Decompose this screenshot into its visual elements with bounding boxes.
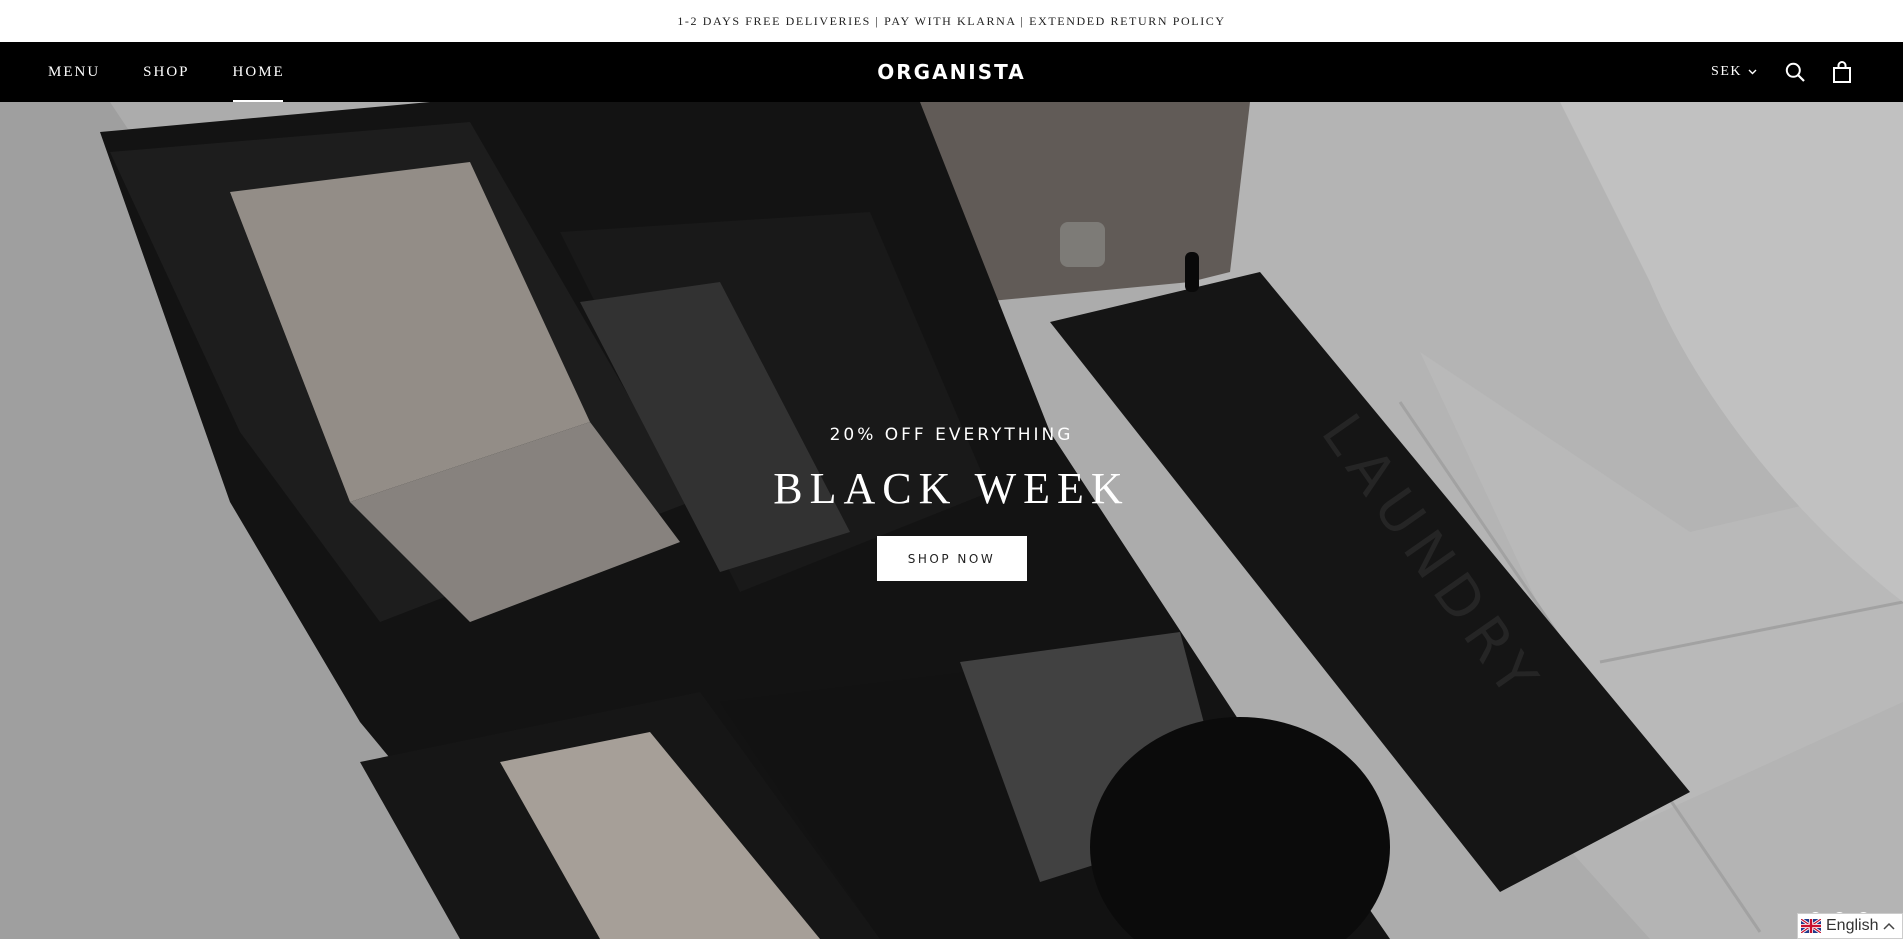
nav-menu[interactable]: MENU [48, 42, 100, 102]
uk-flag-icon [1801, 919, 1821, 933]
shopping-bag-icon [1833, 61, 1851, 83]
nav-home[interactable]: HOME [232, 42, 285, 102]
logo-wrapper: ORGANISTA [0, 42, 1903, 102]
search-icon [1785, 62, 1805, 82]
shop-now-button[interactable]: SHOP NOW [876, 536, 1027, 581]
logo[interactable]: ORGANISTA [877, 60, 1025, 84]
announcement-text: 1-2 DAYS FREE DELIVERIES | PAY WITH KLAR… [677, 13, 1226, 28]
header-actions: SEK [1711, 42, 1851, 102]
hero-slideshow: LAUNDRY 20% OFF EVERYTHING BLACK WEEK SH… [0, 102, 1903, 939]
currency-label: SEK [1711, 64, 1742, 79]
cart-button[interactable] [1833, 61, 1851, 83]
hero-subtitle: 20% OFF EVERYTHING [829, 425, 1074, 445]
chevron-down-icon [1748, 69, 1757, 75]
language-selector[interactable]: English [1797, 913, 1903, 939]
nav-shop[interactable]: SHOP [143, 42, 189, 102]
search-button[interactable] [1785, 62, 1805, 82]
hero-title: BLACK WEEK [773, 464, 1130, 513]
hero-content: 20% OFF EVERYTHING BLACK WEEK SHOP NOW [0, 102, 1903, 939]
announcement-bar: 1-2 DAYS FREE DELIVERIES | PAY WITH KLAR… [0, 0, 1903, 42]
chevron-up-icon [1883, 922, 1896, 930]
currency-selector[interactable]: SEK [1711, 64, 1757, 80]
main-nav: MENU SHOP HOME [48, 42, 285, 102]
language-label: English [1826, 917, 1879, 934]
site-header: MENU SHOP HOME ORGANISTA SEK [0, 42, 1903, 102]
